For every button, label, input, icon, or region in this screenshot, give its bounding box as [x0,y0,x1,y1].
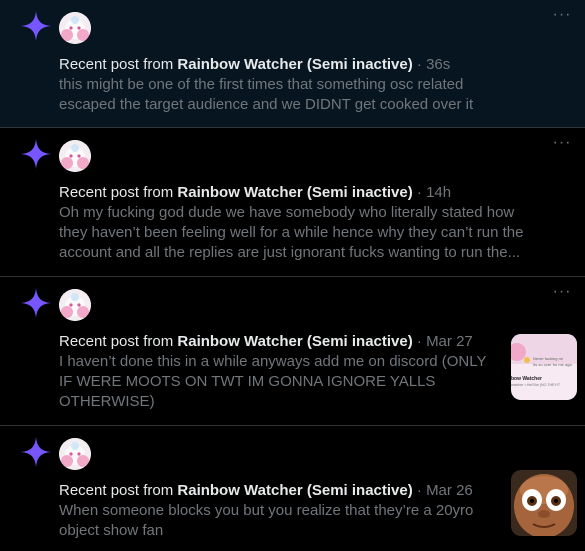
post-text: this might be one of the first times tha… [59,75,473,115]
post-line: When someone blocks you but you realize … [59,502,474,519]
avatar[interactable] [59,289,91,321]
notification-item[interactable]: ··· Recent post from Rainbow Watcher (Se… [0,128,585,277]
notification-item[interactable]: ··· Recent post from Rainbow Watcher (Se… [0,277,585,426]
author-name[interactable]: Rainbow Watcher (Semi inactive) [177,482,412,499]
post-text: I haven’t done this in a while anyways a… [59,352,486,412]
post-line: account and all the replies are just ign… [59,244,521,261]
more-options-icon[interactable]: ··· [551,284,573,307]
post-line: OTHERWISE) [59,393,155,410]
thumb-text: bow Watcher [511,376,542,382]
avatar[interactable] [59,438,91,470]
post-line: they haven’t been feeling well for a whi… [59,224,524,241]
author-name[interactable]: Rainbow Watcher (Semi inactive) [177,333,412,350]
thumb-text: Its so over for me aga [533,362,572,367]
post-line: IF WERE MOOTS ON TWT IM GONNA IGNORE YAL… [59,373,436,390]
post-line: this might be one of the first times tha… [59,76,464,93]
timestamp[interactable]: 36s [426,56,450,73]
post-line: I haven’t done this in a while anyways a… [59,353,487,370]
headline-prefix: Recent post from [59,184,178,201]
avatar[interactable] [59,12,91,44]
notification-headline: Recent post from Rainbow Watcher (Semi i… [59,332,473,352]
post-line: escaped the target audience and we DIDNT… [59,96,474,113]
headline-prefix: Recent post from [59,56,178,73]
notification-item[interactable]: ··· Recent post from Rainbow Watcher (Se… [0,0,585,128]
sparkle-icon [21,139,51,169]
author-name[interactable]: Rainbow Watcher (Semi inactive) [177,56,412,73]
separator: · [416,482,422,499]
notification-headline: Recent post from Rainbow Watcher (Semi i… [59,183,451,203]
sparkle-icon [21,437,51,467]
notification-headline: Recent post from Rainbow Watcher (Semi i… [59,55,450,75]
notifications-feed: ··· Recent post from Rainbow Watcher (Se… [0,0,585,551]
post-text: When someone blocks you but you realize … [59,501,473,541]
timestamp[interactable]: Mar 26 [426,482,473,499]
thumb-text: watcher • He/She (NO THEY/T [511,383,561,387]
more-options-icon[interactable]: ··· [551,7,573,30]
author-name[interactable]: Rainbow Watcher (Semi inactive) [177,184,412,201]
headline-prefix: Recent post from [59,482,178,499]
media-thumbnail[interactable] [511,470,577,536]
timestamp[interactable]: 14h [426,184,451,201]
sparkle-icon [21,288,51,318]
more-options-icon[interactable]: ··· [551,135,573,158]
sparkle-icon [21,11,51,41]
post-text: Oh my fucking god dude we have somebody … [59,203,523,263]
notification-headline: Recent post from Rainbow Watcher (Semi i… [59,481,473,501]
avatar[interactable] [59,140,91,172]
media-thumbnail[interactable]: Never fucking mi Its so over for me aga … [511,334,577,400]
headline-prefix: Recent post from [59,333,178,350]
separator: · [416,184,422,201]
separator: · [416,333,422,350]
separator: · [416,56,422,73]
post-line: Oh my fucking god dude we have somebody … [59,204,515,221]
thumb-text: Never fucking mi [533,356,563,361]
post-line: object show fan [59,522,164,539]
timestamp[interactable]: Mar 27 [426,333,473,350]
notification-item[interactable]: ··· Recent post from Rainbow Watcher (Se… [0,426,585,551]
